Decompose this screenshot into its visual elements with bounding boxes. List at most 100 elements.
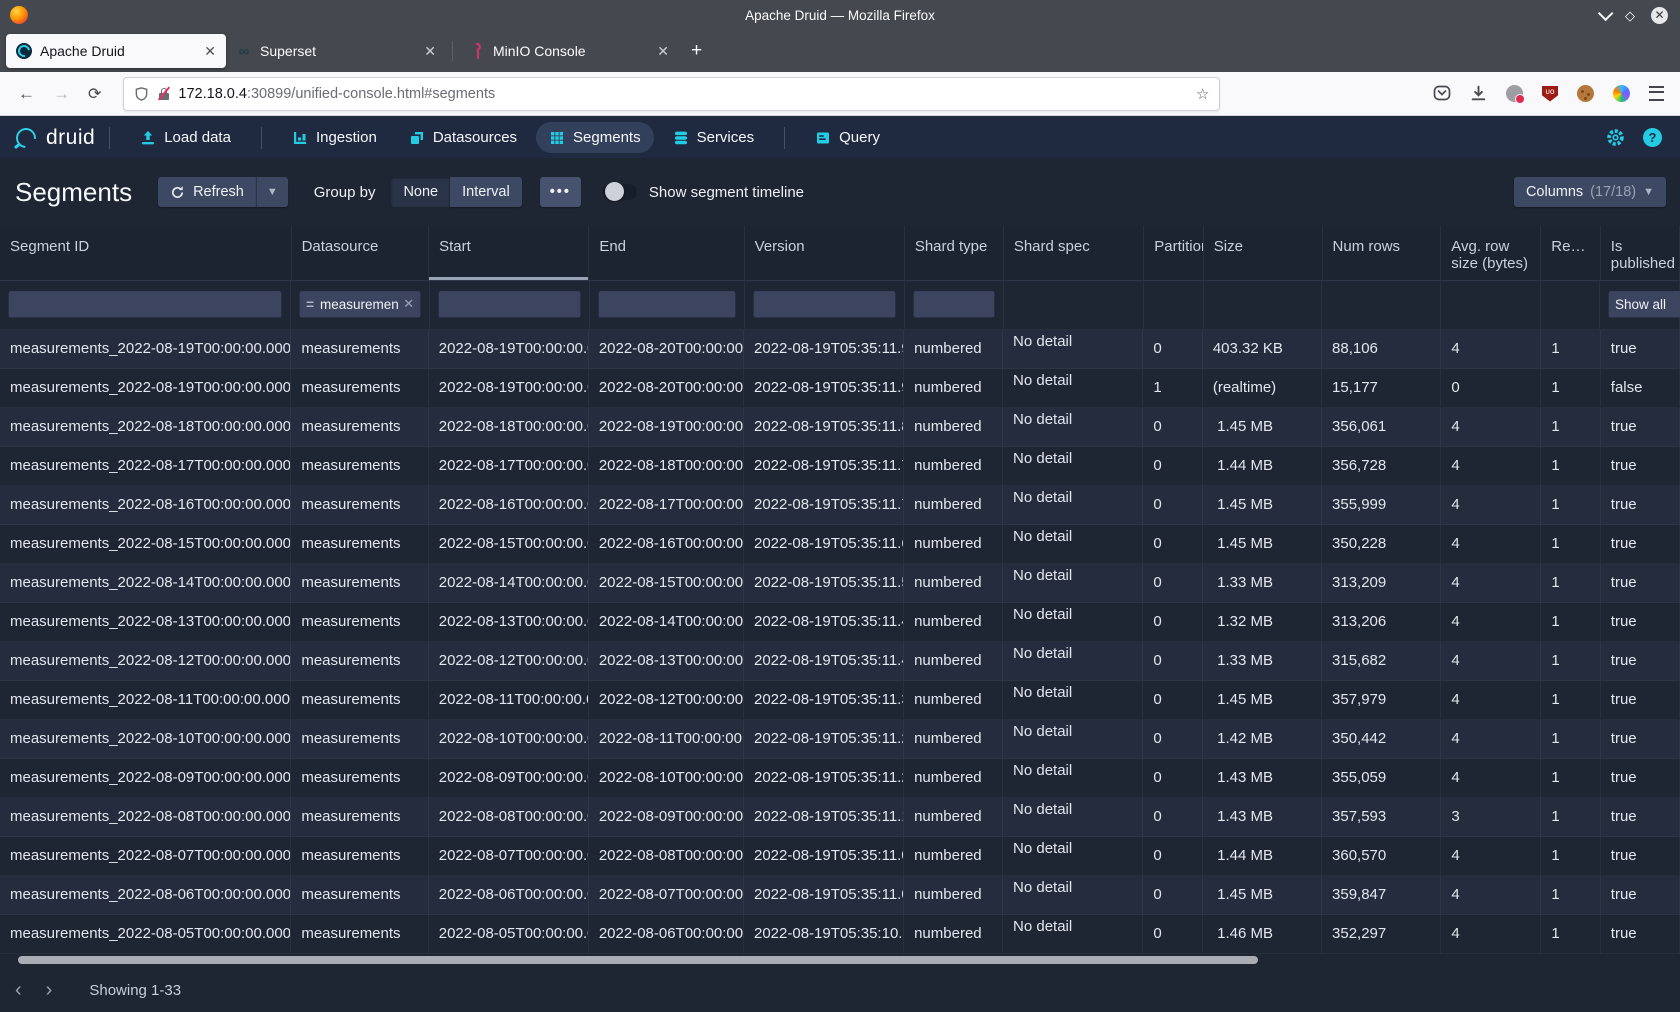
bookmark-star-icon[interactable]: ☆: [1196, 85, 1209, 103]
cell-size[interactable]: 1.44 MB: [1203, 837, 1322, 875]
nav-datasources[interactable]: Datasources: [396, 122, 530, 153]
cell-version[interactable]: 2022-08-19T05:35:11.4...: [744, 642, 904, 680]
filter-input-shard-type[interactable]: [913, 290, 995, 318]
cell-replication[interactable]: 1: [1541, 915, 1600, 953]
cell-replication[interactable]: 1: [1541, 681, 1600, 719]
cell-size[interactable]: 1.33 MB: [1203, 642, 1322, 680]
cell-size[interactable]: 1.45 MB: [1203, 681, 1322, 719]
cell-shard-spec[interactable]: No detail: [1003, 759, 1143, 797]
cell-replication[interactable]: 1: [1541, 369, 1600, 407]
tab-minio-console[interactable]: MinIO Console ✕: [459, 34, 679, 68]
cell-shard-type[interactable]: numbered: [904, 447, 1003, 485]
cell-datasource[interactable]: measurements: [291, 486, 428, 524]
cell-replication[interactable]: 1: [1541, 330, 1600, 368]
cell-size[interactable]: (realtime): [1203, 369, 1322, 407]
cell-version[interactable]: 2022-08-19T05:35:11.5...: [744, 564, 904, 602]
cell-start[interactable]: 2022-08-09T00:00:00.0...: [429, 759, 589, 797]
cell-segment-id[interactable]: measurements_2022-08-07T00:00:00.000Z...: [0, 837, 291, 875]
cell-partition[interactable]: 1: [1143, 369, 1202, 407]
table-row[interactable]: measurements_2022-08-16T00:00:00.000Z...…: [0, 486, 1680, 525]
column-header-shard-type[interactable]: Shard type: [905, 226, 1004, 280]
cell-shard-spec[interactable]: No detail: [1003, 447, 1143, 485]
cell-replication[interactable]: 1: [1541, 603, 1600, 641]
cell-shard-spec[interactable]: No detail: [1003, 837, 1143, 875]
cell-avg-row-size[interactable]: 4: [1441, 720, 1541, 758]
cell-avg-row-size[interactable]: 4: [1441, 408, 1541, 446]
table-row[interactable]: measurements_2022-08-17T00:00:00.000Z...…: [0, 447, 1680, 486]
cell-partition[interactable]: 0: [1143, 876, 1202, 914]
cell-avg-row-size[interactable]: 3: [1441, 798, 1541, 836]
table-row[interactable]: measurements_2022-08-18T00:00:00.000Z...…: [0, 408, 1680, 447]
cell-shard-spec[interactable]: No detail: [1003, 720, 1143, 758]
cell-shard-type[interactable]: numbered: [904, 564, 1003, 602]
cell-replication[interactable]: 1: [1541, 837, 1600, 875]
table-row[interactable]: measurements_2022-08-19T00:00:00.000Z...…: [0, 369, 1680, 408]
cell-version[interactable]: 2022-08-19T05:35:11.7...: [744, 447, 904, 485]
cell-is-published[interactable]: true: [1601, 564, 1680, 602]
column-header-version[interactable]: Version: [745, 226, 905, 280]
cell-end[interactable]: 2022-08-10T00:00:00.0...: [589, 759, 744, 797]
cell-is-published[interactable]: true: [1601, 720, 1680, 758]
cell-version[interactable]: 2022-08-19T05:35:11.1...: [744, 798, 904, 836]
cell-segment-id[interactable]: measurements_2022-08-05T00:00:00.000Z...: [0, 915, 291, 953]
cell-num-rows[interactable]: 88,106: [1322, 330, 1441, 368]
cell-num-rows[interactable]: 357,979: [1322, 681, 1441, 719]
cell-num-rows[interactable]: 313,209: [1322, 564, 1441, 602]
cell-version[interactable]: 2022-08-19T05:35:11.9...: [744, 330, 904, 368]
cell-version[interactable]: 2022-08-19T05:35:11.7...: [744, 486, 904, 524]
cell-shard-spec[interactable]: No detail: [1003, 564, 1143, 602]
cell-shard-spec[interactable]: No detail: [1003, 876, 1143, 914]
cell-replication[interactable]: 1: [1541, 525, 1600, 563]
is-published-filter-button[interactable]: Show all: [1608, 290, 1680, 318]
segment-timeline-toggle[interactable]: [603, 184, 637, 200]
cell-version[interactable]: 2022-08-19T05:35:11.0...: [744, 837, 904, 875]
cell-segment-id[interactable]: measurements_2022-08-08T00:00:00.000Z...: [0, 798, 291, 836]
cell-shard-spec[interactable]: No detail: [1003, 330, 1143, 368]
help-icon[interactable]: ?: [1643, 128, 1662, 147]
group-by-none-button[interactable]: None: [391, 177, 450, 207]
column-header-partition[interactable]: Partition: [1144, 226, 1203, 280]
table-row[interactable]: measurements_2022-08-19T00:00:00.000Z...…: [0, 330, 1680, 369]
table-row[interactable]: measurements_2022-08-12T00:00:00.000Z...…: [0, 642, 1680, 681]
horizontal-scrollbar[interactable]: [0, 954, 1680, 966]
cell-shard-type[interactable]: numbered: [904, 603, 1003, 641]
cell-shard-type[interactable]: numbered: [904, 642, 1003, 680]
cell-start[interactable]: 2022-08-08T00:00:00.0...: [429, 798, 589, 836]
column-header-is-published[interactable]: Is published: [1601, 226, 1680, 280]
cell-replication[interactable]: 1: [1541, 759, 1600, 797]
filter-input-segment-id[interactable]: [8, 290, 282, 318]
cell-version[interactable]: 2022-08-19T05:35:11.2...: [744, 720, 904, 758]
cell-num-rows[interactable]: 313,206: [1322, 603, 1441, 641]
cell-start[interactable]: 2022-08-17T00:00:00.0...: [429, 447, 589, 485]
cell-num-rows[interactable]: 356,728: [1322, 447, 1441, 485]
table-row[interactable]: measurements_2022-08-11T00:00:00.000Z...…: [0, 681, 1680, 720]
cell-version[interactable]: 2022-08-19T05:35:11.6...: [744, 525, 904, 563]
cell-partition[interactable]: 0: [1143, 447, 1202, 485]
druid-logo[interactable]: druid: [16, 126, 95, 150]
nav-segments[interactable]: Segments: [536, 122, 654, 153]
cell-version[interactable]: 2022-08-19T05:35:11.0...: [744, 876, 904, 914]
cell-replication[interactable]: 1: [1541, 798, 1600, 836]
cell-datasource[interactable]: measurements: [291, 720, 428, 758]
cell-segment-id[interactable]: measurements_2022-08-11T00:00:00.000Z...: [0, 681, 291, 719]
cell-start[interactable]: 2022-08-12T00:00:00.0...: [429, 642, 589, 680]
column-header-avg-row-size[interactable]: Avg. row size (bytes): [1441, 226, 1541, 280]
cell-version[interactable]: 2022-08-19T05:35:11.8...: [744, 408, 904, 446]
cell-replication[interactable]: 1: [1541, 486, 1600, 524]
cell-size[interactable]: 1.44 MB: [1203, 447, 1322, 485]
cell-segment-id[interactable]: measurements_2022-08-14T00:00:00.000Z...: [0, 564, 291, 602]
cell-shard-type[interactable]: numbered: [904, 330, 1003, 368]
url-text[interactable]: 172.18.0.4:30899/unified-console.html#se…: [178, 86, 1188, 102]
colorful-extension-icon[interactable]: [1613, 85, 1630, 102]
tab-close-icon[interactable]: ✕: [424, 43, 436, 60]
cell-num-rows[interactable]: 360,570: [1322, 837, 1441, 875]
cell-end[interactable]: 2022-08-12T00:00:00.0...: [589, 681, 744, 719]
cell-segment-id[interactable]: measurements_2022-08-09T00:00:00.000Z...: [0, 759, 291, 797]
cell-avg-row-size[interactable]: 4: [1441, 447, 1541, 485]
menu-icon[interactable]: [1649, 86, 1664, 101]
cell-size[interactable]: 1.46 MB: [1203, 915, 1322, 953]
column-header-segment-id[interactable]: Segment ID: [0, 226, 292, 280]
refresh-button[interactable]: Refresh: [158, 177, 256, 207]
filter-input-datasource[interactable]: =measurements✕: [299, 290, 421, 318]
cell-segment-id[interactable]: measurements_2022-08-15T00:00:00.000Z...: [0, 525, 291, 563]
